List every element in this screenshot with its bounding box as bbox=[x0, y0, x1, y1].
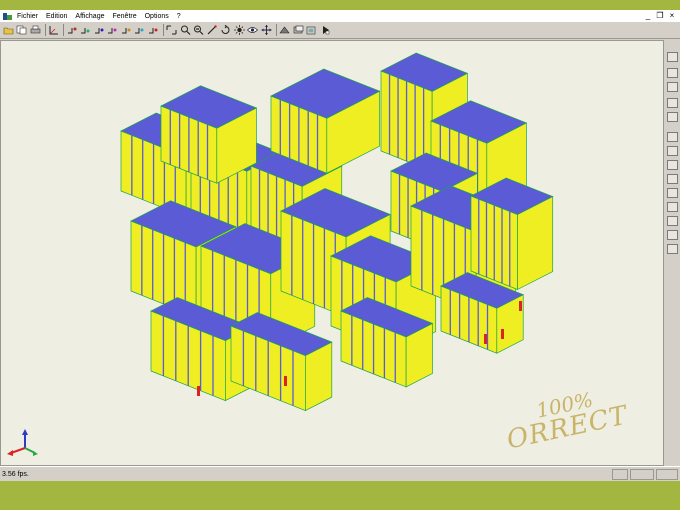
tool-slab-icon[interactable] bbox=[667, 160, 678, 170]
highlighted-element-1 bbox=[284, 376, 287, 386]
node-icon-4[interactable] bbox=[107, 24, 119, 36]
tool-check-icon[interactable] bbox=[667, 188, 678, 198]
layers-icon[interactable] bbox=[292, 24, 304, 36]
open-icon[interactable] bbox=[2, 24, 14, 36]
tool-texture-icon[interactable] bbox=[667, 112, 678, 122]
menu-fichier[interactable]: Fichier bbox=[17, 13, 38, 20]
menu-edition[interactable]: Edition bbox=[46, 13, 67, 20]
tool-edit-icon[interactable] bbox=[667, 202, 678, 212]
light-icon[interactable] bbox=[233, 24, 245, 36]
highlighted-element-0 bbox=[197, 386, 200, 396]
status-panel-1 bbox=[612, 469, 628, 480]
tool-load-icon[interactable] bbox=[667, 216, 678, 226]
node-icon-2[interactable] bbox=[80, 24, 92, 36]
menu-bar: Fichier Edition Affichage Fenêtre Option… bbox=[0, 10, 680, 22]
print-icon[interactable] bbox=[29, 24, 41, 36]
minimize-button[interactable]: _ bbox=[642, 11, 654, 20]
render-icon[interactable] bbox=[279, 24, 291, 36]
status-bar: 3.56 fps. bbox=[0, 466, 680, 481]
node-icon-3[interactable] bbox=[93, 24, 105, 36]
3d-viewport[interactable]: 100% ORRECT bbox=[0, 40, 664, 466]
tool-fill-icon[interactable] bbox=[667, 82, 678, 92]
menu-help[interactable]: ? bbox=[177, 13, 181, 20]
axis-gizmo bbox=[7, 429, 38, 456]
zoom-out-icon[interactable] bbox=[193, 24, 205, 36]
info-icon[interactable] bbox=[319, 24, 331, 36]
pan-icon[interactable] bbox=[260, 24, 272, 36]
application-window: Fichier Edition Affichage Fenêtre Option… bbox=[0, 10, 680, 481]
tool-delete-icon[interactable] bbox=[667, 244, 678, 254]
tool-stair-icon[interactable] bbox=[667, 174, 678, 184]
tool-beam-icon[interactable] bbox=[667, 132, 678, 142]
status-panel-3 bbox=[656, 469, 678, 480]
app-icon bbox=[3, 12, 12, 20]
node-icon-7[interactable] bbox=[147, 24, 159, 36]
node-icon-6[interactable] bbox=[134, 24, 146, 36]
window-controls: _ ❐ × bbox=[642, 11, 678, 20]
menu-affichage[interactable]: Affichage bbox=[75, 13, 104, 20]
tool-wall-icon[interactable] bbox=[667, 146, 678, 156]
rotate-icon[interactable] bbox=[220, 24, 232, 36]
node-icon-5[interactable] bbox=[120, 24, 132, 36]
highlighted-element-2 bbox=[484, 334, 487, 344]
copy-view-icon[interactable] bbox=[306, 24, 318, 36]
highlighted-element-3 bbox=[501, 329, 504, 339]
zoom-window-icon[interactable] bbox=[166, 24, 178, 36]
zoom-icon[interactable] bbox=[179, 24, 191, 36]
node-icon[interactable] bbox=[66, 24, 78, 36]
tool-foundation-icon[interactable] bbox=[667, 230, 678, 240]
close-button[interactable]: × bbox=[666, 11, 678, 20]
restore-button[interactable]: ❐ bbox=[654, 11, 666, 20]
toolbar bbox=[0, 22, 680, 39]
highlighted-element-4 bbox=[519, 301, 522, 311]
eye-icon[interactable] bbox=[247, 24, 259, 36]
tool-column-icon[interactable] bbox=[667, 98, 678, 108]
axis-icon[interactable] bbox=[48, 24, 60, 36]
tool-bulb-icon[interactable] bbox=[667, 52, 678, 62]
copy-icon[interactable] bbox=[16, 24, 28, 36]
menu-fenetre[interactable]: Fenêtre bbox=[112, 13, 136, 20]
status-panel-2 bbox=[630, 469, 654, 480]
right-tool-panel bbox=[664, 40, 680, 466]
magic-icon[interactable] bbox=[206, 24, 218, 36]
fps-label: 3.56 fps. bbox=[2, 470, 29, 478]
menu-options[interactable]: Options bbox=[145, 13, 169, 20]
tool-dimension-icon[interactable] bbox=[667, 68, 678, 78]
